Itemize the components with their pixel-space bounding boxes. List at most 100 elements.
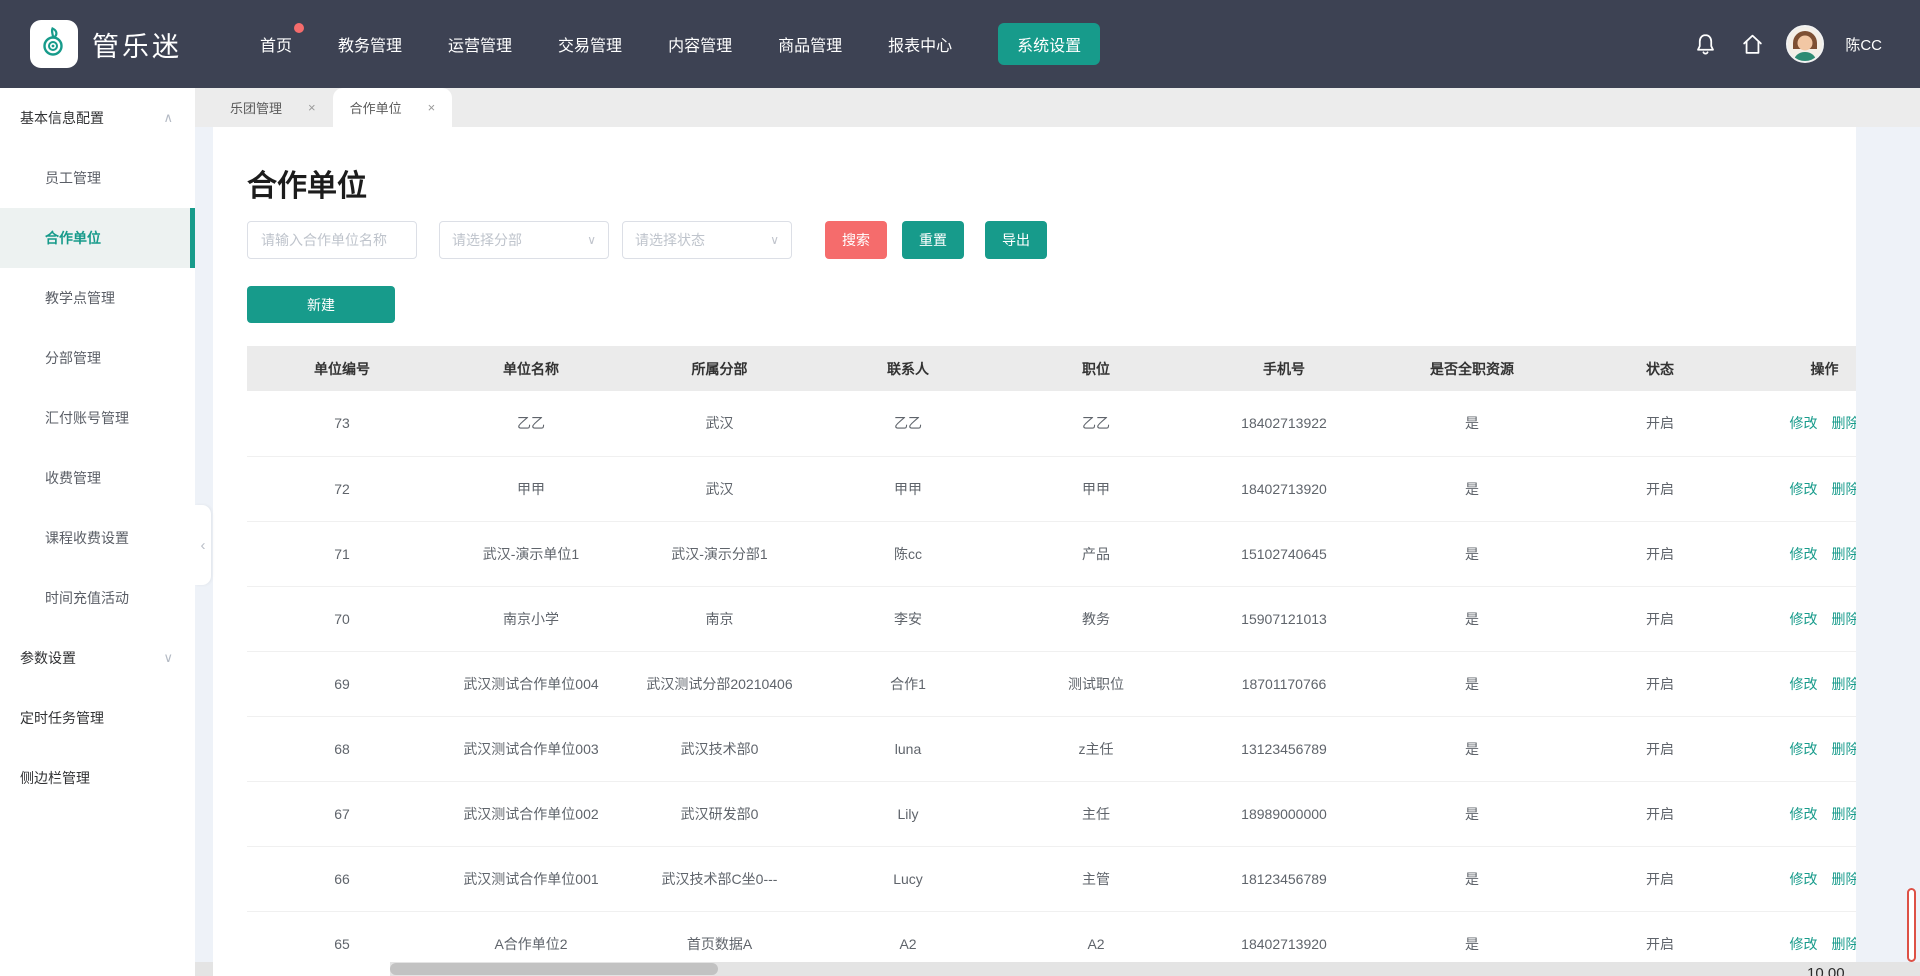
cell-phone: 18989000000 [1190, 781, 1378, 846]
sidebar-item-label: 定时任务管理 [20, 708, 104, 728]
sidebar-item-label: 课程收费设置 [45, 528, 129, 548]
cell-contact: 合作1 [814, 651, 1002, 716]
cell-position: 甲甲 [1002, 456, 1190, 521]
sidebar-item-label: 基本信息配置 [20, 108, 104, 128]
delete-link[interactable]: 删除 [1832, 676, 1857, 692]
status-select[interactable]: 请选择状态 ∨ [622, 221, 792, 259]
table-header-row: 单位编号单位名称所属分部联系人职位手机号是否全职资源状态操作 [247, 346, 1856, 391]
cell-phone: 18701170766 [1190, 651, 1378, 716]
sidebar-item-branches[interactable]: 分部管理 [0, 328, 195, 388]
table-row: 73乙乙武汉乙乙乙乙18402713922是开启修改删除 [247, 391, 1856, 456]
page-title: 合作单位 [247, 161, 1856, 205]
cell-actions: 修改删除 [1754, 521, 1856, 586]
edit-link[interactable]: 修改 [1790, 676, 1818, 692]
search-button[interactable]: 搜索 [825, 221, 887, 259]
close-icon[interactable]: × [308, 100, 316, 115]
cell-id: 73 [247, 391, 437, 456]
edit-link[interactable]: 修改 [1790, 806, 1818, 822]
cell-actions: 修改删除 [1754, 781, 1856, 846]
sidebar-item-staff[interactable]: 员工管理 [0, 148, 195, 208]
delete-link[interactable]: 删除 [1832, 936, 1857, 952]
cell-actions: 修改删除 [1754, 391, 1856, 456]
cell-branch: 武汉 [625, 391, 814, 456]
delete-link[interactable]: 删除 [1832, 611, 1857, 627]
chevron-left-icon: ‹ [201, 537, 206, 554]
export-button[interactable]: 导出 [985, 221, 1047, 259]
app-logo[interactable] [30, 20, 78, 68]
top-navbar: 管乐迷 首页教务管理运营管理交易管理内容管理商品管理报表中心系统设置 陈CC [0, 0, 1920, 88]
cell-fulltime: 是 [1378, 716, 1566, 781]
column-header: 是否全职资源 [1378, 346, 1566, 391]
edit-link[interactable]: 修改 [1790, 481, 1818, 497]
sidebar-item-time-recharge[interactable]: 时间充值活动 [0, 568, 195, 628]
cell-contact: Lucy [814, 846, 1002, 911]
nav-item-label: 首页 [260, 38, 292, 55]
tab-partners[interactable]: 合作单位× [333, 88, 453, 127]
music-note-icon [38, 26, 70, 63]
partners-table-wrap: 单位编号单位名称所属分部联系人职位手机号是否全职资源状态操作 73乙乙武汉乙乙乙… [247, 346, 1856, 962]
sidebar-item-label: 员工管理 [45, 168, 101, 188]
nav-item-products[interactable]: 商品管理 [778, 24, 842, 64]
nav-item-content[interactable]: 内容管理 [668, 24, 732, 64]
nav-item-transactions[interactable]: 交易管理 [558, 24, 622, 64]
cell-status: 开启 [1566, 521, 1754, 586]
nav-item-label: 交易管理 [558, 38, 622, 55]
delete-link[interactable]: 删除 [1832, 871, 1857, 887]
user-name[interactable]: 陈CC [1845, 34, 1882, 55]
home-icon[interactable] [1739, 31, 1765, 57]
edit-link[interactable]: 修改 [1790, 871, 1818, 887]
cell-phone: 15102740645 [1190, 521, 1378, 586]
cell-fulltime: 是 [1378, 911, 1566, 962]
edit-link[interactable]: 修改 [1790, 546, 1818, 562]
delete-link[interactable]: 删除 [1832, 546, 1857, 562]
sidebar-item-course-fees[interactable]: 课程收费设置 [0, 508, 195, 568]
sidebar-item-partners[interactable]: 合作单位 [0, 208, 195, 268]
delete-link[interactable]: 删除 [1832, 481, 1857, 497]
delete-link[interactable]: 删除 [1832, 806, 1857, 822]
sidebar-item-parameters[interactable]: 参数设置∨ [0, 628, 195, 688]
cell-fulltime: 是 [1378, 456, 1566, 521]
user-avatar[interactable] [1786, 25, 1824, 63]
tab-orchestra[interactable]: 乐团管理× [213, 88, 333, 127]
notification-bell-icon[interactable] [1692, 31, 1718, 57]
column-header: 单位名称 [437, 346, 625, 391]
partner-name-input[interactable] [247, 221, 417, 259]
nav-item-home[interactable]: 首页 [260, 24, 292, 64]
nav-item-label: 内容管理 [668, 38, 732, 55]
edit-link[interactable]: 修改 [1790, 741, 1818, 757]
cell-status: 开启 [1566, 846, 1754, 911]
create-button[interactable]: 新建 [247, 286, 395, 323]
vertical-scrollbar-thumb[interactable] [1907, 888, 1916, 962]
sidebar-item-sidebar-admin[interactable]: 侧边栏管理 [0, 748, 195, 808]
cell-branch: 首页数据A [625, 911, 814, 962]
horizontal-scrollbar-thumb[interactable] [390, 963, 718, 975]
edit-link[interactable]: 修改 [1790, 415, 1818, 431]
edit-link[interactable]: 修改 [1790, 936, 1818, 952]
cell-name: 武汉测试合作单位002 [437, 781, 625, 846]
cell-actions: 修改删除 [1754, 846, 1856, 911]
column-header: 手机号 [1190, 346, 1378, 391]
sidebar-item-huifu-accounts[interactable]: 汇付账号管理 [0, 388, 195, 448]
sidebar-collapse-handle[interactable]: ‹ [195, 505, 211, 585]
edit-link[interactable]: 修改 [1790, 611, 1818, 627]
cell-fulltime: 是 [1378, 391, 1566, 456]
close-icon[interactable]: × [428, 100, 436, 115]
delete-link[interactable]: 删除 [1832, 741, 1857, 757]
sidebar-item-fees[interactable]: 收费管理 [0, 448, 195, 508]
chevron-down-icon: ∨ [163, 650, 173, 666]
nav-item-reports[interactable]: 报表中心 [888, 24, 952, 64]
cell-position: 测试职位 [1002, 651, 1190, 716]
nav-item-operations[interactable]: 运营管理 [448, 24, 512, 64]
sidebar-item-scheduled-tasks[interactable]: 定时任务管理 [0, 688, 195, 748]
nav-item-label: 运营管理 [448, 38, 512, 55]
cell-actions: 修改删除 [1754, 586, 1856, 651]
delete-link[interactable]: 删除 [1832, 415, 1857, 431]
table-row: 67武汉测试合作单位002武汉研发部0Lily主任18989000000是开启修… [247, 781, 1856, 846]
branch-select[interactable]: 请选择分部 ∨ [439, 221, 609, 259]
nav-item-system-settings[interactable]: 系统设置 [998, 23, 1100, 65]
nav-item-academic[interactable]: 教务管理 [338, 24, 402, 64]
reset-button[interactable]: 重置 [902, 221, 964, 259]
sidebar-item-teaching-points[interactable]: 教学点管理 [0, 268, 195, 328]
sidebar-item-basic-info[interactable]: 基本信息配置∧ [0, 88, 195, 148]
filter-row: 请选择分部 ∨ 请选择状态 ∨ 搜索 重置 导出 [247, 221, 1856, 259]
